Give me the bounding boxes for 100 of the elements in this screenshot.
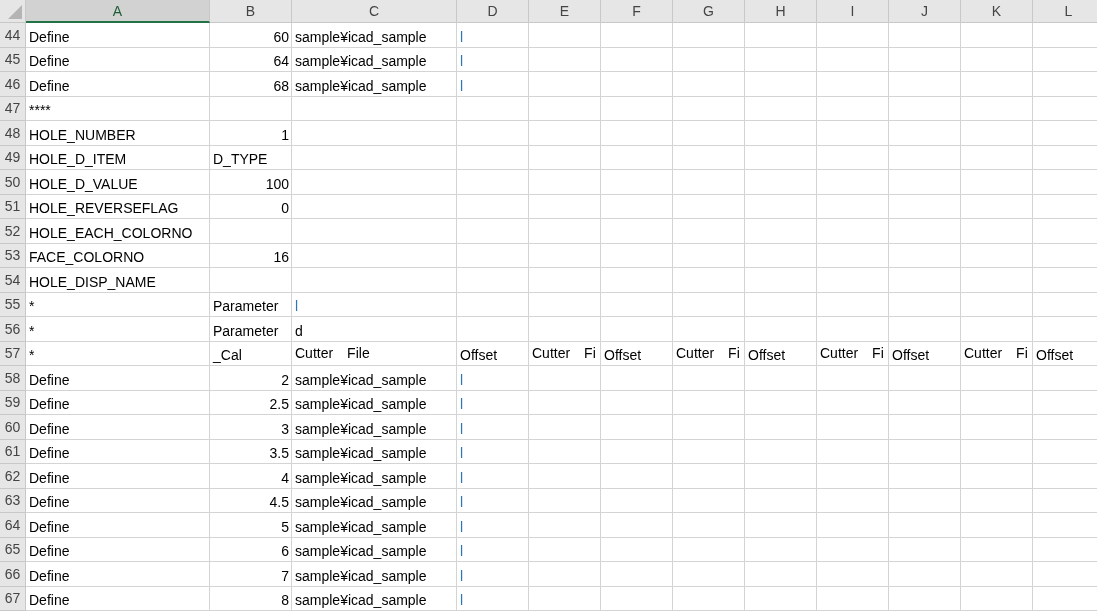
empty-cell	[889, 96, 961, 121]
empty-cell	[457, 194, 529, 219]
table-cell: HOLE_REVERSEFLAG	[26, 194, 210, 219]
empty-cell	[889, 366, 961, 391]
column-header[interactable]: K	[961, 0, 1033, 23]
row-header[interactable]: 53	[0, 243, 26, 268]
column-header[interactable]: C	[292, 0, 457, 23]
column-header[interactable]: H	[745, 0, 817, 23]
row-header[interactable]: 50	[0, 170, 26, 195]
table-cell: Define	[26, 488, 210, 513]
column-header[interactable]: B	[210, 0, 292, 23]
empty-cell	[745, 145, 817, 170]
empty-cell	[889, 317, 961, 342]
empty-cell	[745, 562, 817, 587]
empty-cell	[961, 390, 1033, 415]
table-cell: Offset	[601, 341, 673, 366]
empty-cell	[961, 145, 1033, 170]
empty-cell	[817, 170, 889, 195]
row-header[interactable]: 52	[0, 219, 26, 244]
row-header[interactable]: 57	[0, 341, 26, 366]
table-cell: l	[457, 390, 529, 415]
column-header[interactable]: A	[26, 0, 210, 23]
table-cell: _Cal	[210, 341, 292, 366]
table-cell: sample¥icad_sample	[292, 415, 457, 440]
column-header[interactable]: G	[673, 0, 745, 23]
empty-cell	[529, 366, 601, 391]
empty-cell	[529, 537, 601, 562]
table-cell: sample¥icad_sample	[292, 537, 457, 562]
row-header[interactable]: 55	[0, 292, 26, 317]
row-header[interactable]: 48	[0, 121, 26, 146]
row-header[interactable]: 56	[0, 317, 26, 342]
table-cell: l	[457, 488, 529, 513]
table-cell: ****	[26, 96, 210, 121]
empty-cell	[673, 537, 745, 562]
table-cell: Define	[26, 439, 210, 464]
empty-cell	[745, 72, 817, 97]
empty-cell	[673, 488, 745, 513]
empty-cell	[601, 145, 673, 170]
row-header[interactable]: 49	[0, 145, 26, 170]
empty-cell	[601, 170, 673, 195]
empty-cell	[457, 96, 529, 121]
empty-cell	[961, 562, 1033, 587]
row-header[interactable]: 65	[0, 537, 26, 562]
empty-cell	[889, 194, 961, 219]
table-cell: d	[292, 317, 457, 342]
column-header[interactable]: L	[1033, 0, 1097, 23]
table-cell: sample¥icad_sample	[292, 464, 457, 489]
empty-cell	[817, 121, 889, 146]
empty-cell	[817, 292, 889, 317]
table-cell: l	[457, 366, 529, 391]
empty-cell	[601, 439, 673, 464]
table-cell: l	[457, 72, 529, 97]
row-header[interactable]: 60	[0, 415, 26, 440]
empty-cell	[673, 317, 745, 342]
empty-cell	[745, 219, 817, 244]
column-header[interactable]: J	[889, 0, 961, 23]
row-header[interactable]: 46	[0, 72, 26, 97]
empty-cell	[529, 72, 601, 97]
empty-cell	[817, 317, 889, 342]
table-cell: 16	[210, 243, 292, 268]
empty-cell	[529, 415, 601, 440]
empty-cell	[601, 317, 673, 342]
row-header[interactable]: 44	[0, 23, 26, 48]
row-header[interactable]: 58	[0, 366, 26, 391]
row-header[interactable]: 62	[0, 464, 26, 489]
row-header[interactable]: 47	[0, 96, 26, 121]
row-header[interactable]: 54	[0, 268, 26, 293]
empty-cell	[961, 96, 1033, 121]
table-cell: 6	[210, 537, 292, 562]
row-header[interactable]: 61	[0, 439, 26, 464]
empty-cell	[889, 292, 961, 317]
row-header[interactable]: 63	[0, 488, 26, 513]
empty-cell	[889, 145, 961, 170]
column-header[interactable]: E	[529, 0, 601, 23]
empty-cell	[673, 170, 745, 195]
empty-cell	[673, 268, 745, 293]
empty-cell	[817, 562, 889, 587]
empty-cell	[457, 292, 529, 317]
empty-cell	[817, 96, 889, 121]
table-cell: 2	[210, 366, 292, 391]
empty-cell	[961, 488, 1033, 513]
column-header[interactable]: I	[817, 0, 889, 23]
table-cell: Offset	[457, 341, 529, 366]
select-all-icon[interactable]	[8, 5, 22, 19]
empty-cell	[745, 96, 817, 121]
table-cell: l	[457, 439, 529, 464]
row-header[interactable]: 66	[0, 562, 26, 587]
empty-cell	[673, 415, 745, 440]
table-cell: Parameter	[210, 317, 292, 342]
table-cell: 5	[210, 513, 292, 538]
row-header[interactable]: 64	[0, 513, 26, 538]
row-header[interactable]: 45	[0, 47, 26, 72]
row-header[interactable]: 67	[0, 586, 26, 611]
row-header[interactable]: 59	[0, 390, 26, 415]
empty-cell	[457, 243, 529, 268]
table-cell: FACE_COLORNO	[26, 243, 210, 268]
column-header[interactable]: F	[601, 0, 673, 23]
empty-cell	[529, 439, 601, 464]
row-header[interactable]: 51	[0, 194, 26, 219]
column-header[interactable]: D	[457, 0, 529, 23]
